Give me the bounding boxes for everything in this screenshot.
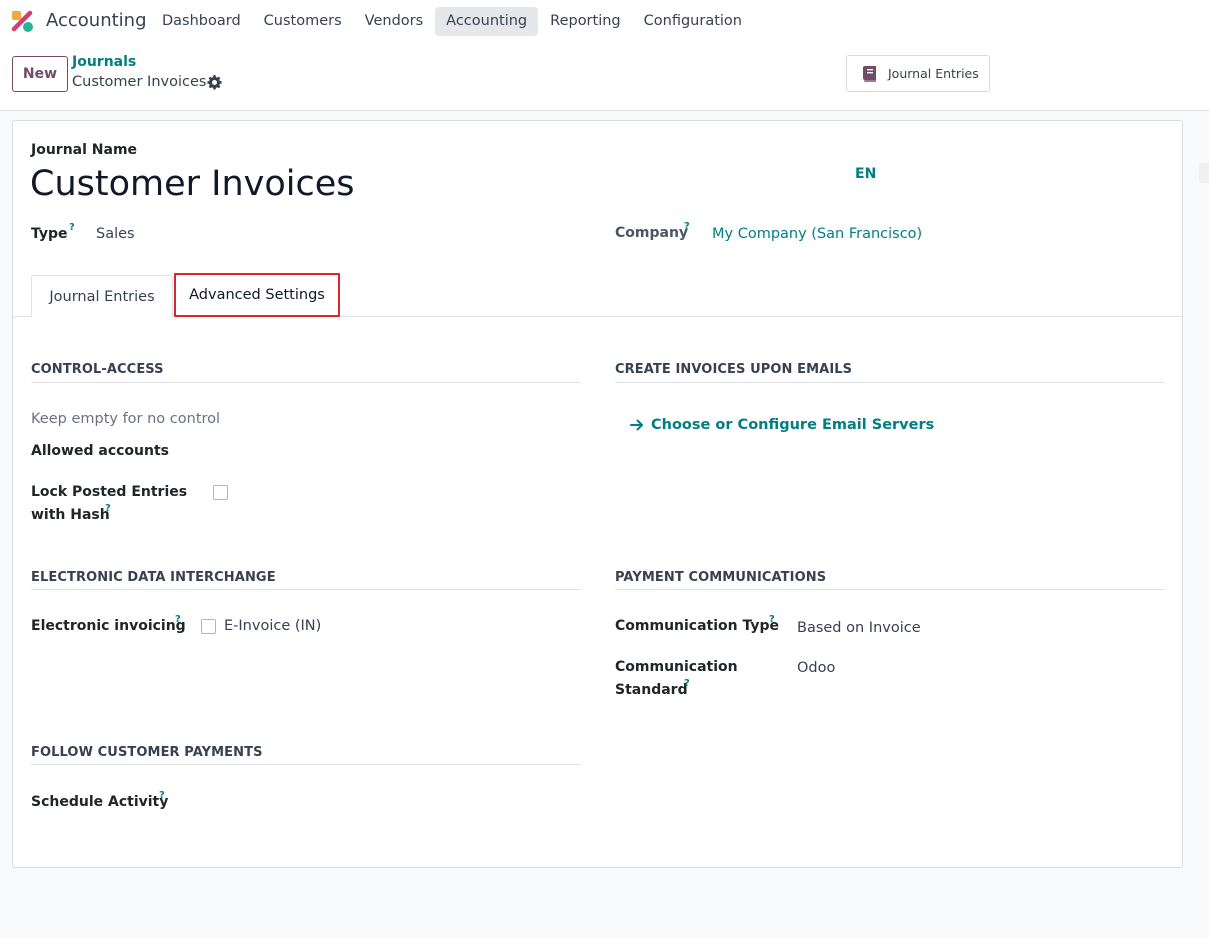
control-panel: New Journals Customer Invoices Journal E… <box>0 42 1209 111</box>
arrow-right-icon <box>630 419 643 431</box>
lock-posted-help-icon[interactable]: ? <box>105 503 111 514</box>
accounting-app-icon[interactable] <box>10 9 34 33</box>
control-access-title: CONTROL-ACCESS <box>31 362 164 377</box>
configure-email-servers-label: Choose or Configure Email Servers <box>651 417 935 433</box>
control-access-rule <box>31 382 581 383</box>
communication-type-help-icon[interactable]: ? <box>769 614 775 625</box>
menu-reporting[interactable]: Reporting <box>539 7 632 36</box>
payment-communications-title: PAYMENT COMMUNICATIONS <box>615 570 827 585</box>
menu-vendors[interactable]: Vendors <box>354 7 435 36</box>
journal-entries-smart-label: Journal Entries <box>888 66 979 81</box>
type-label: Type <box>31 226 68 242</box>
tab-journal-entries[interactable]: Journal Entries <box>31 275 173 317</box>
breadcrumb-current: Customer Invoices <box>72 74 207 90</box>
form-sheet: Journal Name Customer Invoices EN Type ?… <box>12 120 1183 868</box>
communication-type-value[interactable]: Based on Invoice <box>797 620 921 636</box>
menu-customers[interactable]: Customers <box>253 7 353 36</box>
allowed-accounts-hint[interactable]: Keep empty for no control <box>31 411 220 427</box>
menu-accounting[interactable]: Accounting <box>435 7 539 36</box>
communication-standard-value[interactable]: Odoo <box>797 660 835 676</box>
new-button[interactable]: New <box>12 56 68 92</box>
follow-payments-title: FOLLOW CUSTOMER PAYMENTS <box>31 745 263 760</box>
einvoice-in-checkbox[interactable] <box>201 619 216 634</box>
communication-standard-label-line1: Communication <box>615 659 738 675</box>
communication-standard-help-icon[interactable]: ? <box>684 678 690 689</box>
lock-posted-label-line1: Lock Posted Entries <box>31 484 188 500</box>
menu-configuration[interactable]: Configuration <box>633 7 753 36</box>
app-name[interactable]: Accounting <box>46 10 147 31</box>
electronic-invoicing-help-icon[interactable]: ? <box>175 614 181 625</box>
payment-communications-rule <box>615 589 1165 590</box>
electronic-invoicing-label: Electronic invoicing <box>31 618 186 634</box>
gear-icon[interactable] <box>207 75 222 90</box>
edi-title: ELECTRONIC DATA INTERCHANGE <box>31 570 276 585</box>
einvoice-in-label[interactable]: E-Invoice (IN) <box>224 618 321 634</box>
type-help-icon[interactable]: ? <box>69 222 75 233</box>
communication-type-label: Communication Type <box>615 618 780 634</box>
lock-posted-label-line2: with Hash <box>31 507 110 523</box>
menu-dashboard[interactable]: Dashboard <box>151 7 252 36</box>
create-invoices-title: CREATE INVOICES UPON EMAILS <box>615 362 853 377</box>
journal-name-field[interactable]: Customer Invoices <box>30 164 355 204</box>
schedule-activity-help-icon[interactable]: ? <box>159 790 165 801</box>
edi-rule <box>31 589 581 590</box>
create-invoices-rule <box>615 382 1165 383</box>
breadcrumb-journals[interactable]: Journals <box>72 54 136 70</box>
book-icon <box>863 65 876 82</box>
configure-email-servers-link[interactable]: Choose or Configure Email Servers <box>630 417 934 433</box>
follow-payments-rule <box>31 764 581 765</box>
top-navbar: Accounting Dashboard Customers Vendors A… <box>0 0 1209 42</box>
communication-standard-label-line2: Standard <box>615 682 688 698</box>
schedule-activity-label: Schedule Activity <box>31 794 169 810</box>
allowed-accounts-label: Allowed accounts <box>31 443 169 459</box>
chatter-toggle-handle[interactable] <box>1199 163 1209 183</box>
type-value[interactable]: Sales <box>96 226 135 242</box>
tab-advanced-settings[interactable]: Advanced Settings <box>174 273 340 317</box>
lock-posted-checkbox[interactable] <box>213 485 228 500</box>
journal-entries-smart-button[interactable]: Journal Entries <box>846 55 990 92</box>
language-button[interactable]: EN <box>855 166 876 182</box>
company-label: Company <box>615 225 689 241</box>
journal-name-label: Journal Name <box>31 142 138 158</box>
company-value[interactable]: My Company (San Francisco) <box>712 226 922 242</box>
company-help-icon[interactable]: ? <box>684 221 690 232</box>
main-menu: Dashboard Customers Vendors Accounting R… <box>151 7 754 36</box>
